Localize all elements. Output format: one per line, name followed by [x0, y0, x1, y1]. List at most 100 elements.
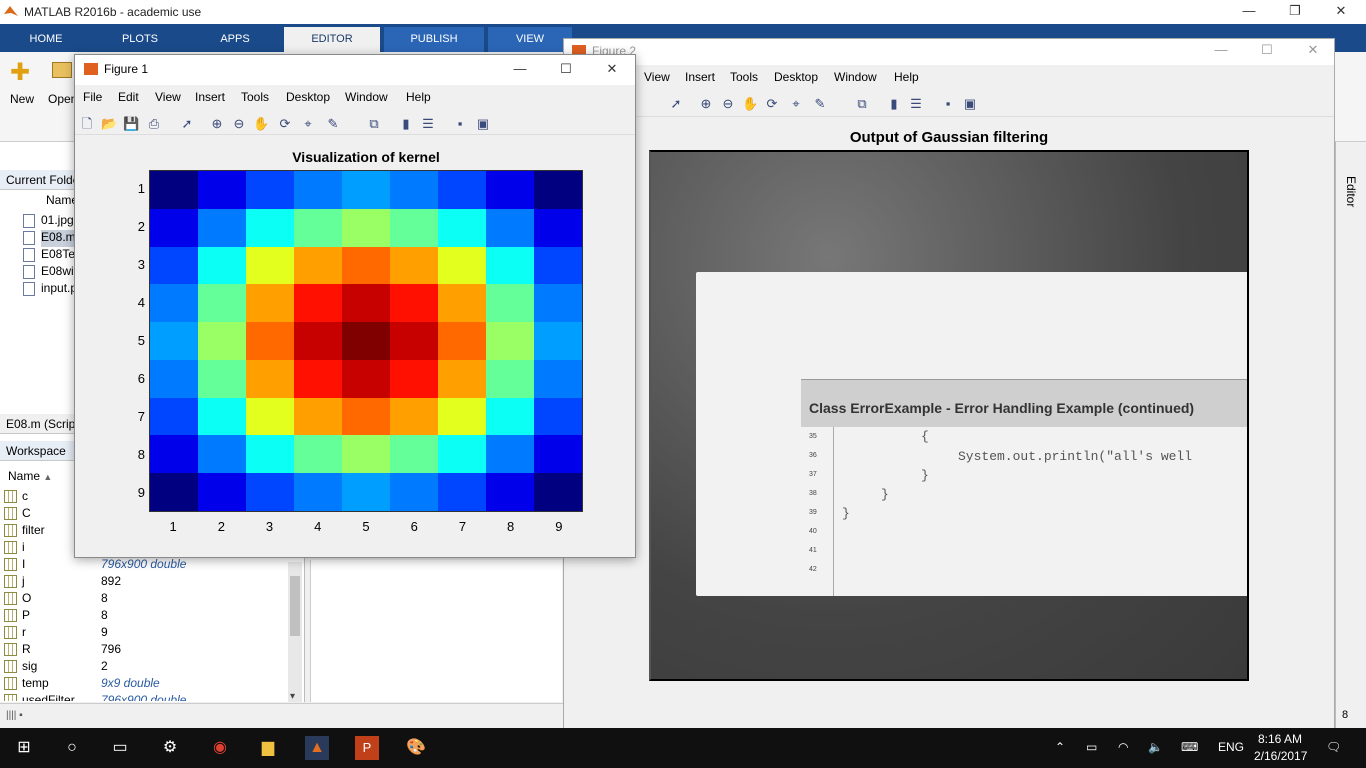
- search-icon[interactable]: ○: [60, 736, 84, 760]
- link-plot-icon[interactable]: ⧉: [366, 116, 382, 132]
- workspace-row[interactable]: usedFilter 796x900 double: [0, 692, 290, 701]
- maximize-icon[interactable]: ☐: [543, 58, 589, 82]
- new-figure-icon[interactable]: 🗋: [79, 116, 95, 132]
- clock-date[interactable]: 2/16/2017: [1254, 749, 1307, 763]
- show-plot-tools-icon[interactable]: ▣: [475, 116, 491, 132]
- scrollbar-thumb[interactable]: [290, 576, 300, 636]
- workspace-scrollbar[interactable]: ▾: [288, 562, 302, 702]
- tab-publish[interactable]: PUBLISH: [384, 27, 484, 52]
- menu-tools[interactable]: Tools: [241, 90, 269, 104]
- legend-icon[interactable]: ☰: [908, 96, 924, 112]
- open-icon[interactable]: [52, 62, 72, 78]
- tray-up-icon[interactable]: ⌃: [1055, 740, 1065, 754]
- new-icon[interactable]: ✚: [10, 58, 30, 87]
- figure2-window[interactable]: Figure 2 — ☐ ✕ View Insert Tools Desktop…: [563, 38, 1335, 730]
- powerpoint-icon[interactable]: P: [355, 736, 379, 760]
- minimize-icon[interactable]: —: [497, 58, 543, 82]
- zoom-out-icon[interactable]: ⊖: [720, 96, 736, 112]
- colorbar-icon[interactable]: ▮: [398, 116, 414, 132]
- tab-view[interactable]: VIEW: [488, 27, 572, 52]
- minimize-icon[interactable]: —: [1198, 39, 1244, 63]
- open-button-label[interactable]: Open: [48, 92, 77, 106]
- battery-icon[interactable]: ▭: [1086, 740, 1097, 754]
- brush-icon[interactable]: ✎: [325, 116, 341, 132]
- tab-editor[interactable]: EDITOR: [284, 27, 380, 52]
- editor-side-label[interactable]: Editor: [1344, 176, 1358, 207]
- keyboard-icon[interactable]: ⌨: [1181, 740, 1198, 754]
- open-file-icon[interactable]: 📂: [101, 116, 117, 132]
- menu-desktop[interactable]: Desktop: [774, 70, 818, 84]
- menu-edit[interactable]: Edit: [118, 90, 139, 104]
- maximize-icon[interactable]: ☐: [1244, 39, 1290, 63]
- dialog-header: Class ErrorExample - Error Handling Exam…: [801, 379, 1247, 427]
- workspace-row[interactable]: O8: [0, 590, 290, 607]
- pan-icon[interactable]: ✋: [253, 116, 269, 132]
- command-window-panel[interactable]: [310, 560, 562, 702]
- steam-icon[interactable]: ⚙: [158, 736, 182, 760]
- print-icon[interactable]: ⎙: [146, 116, 162, 132]
- colorbar-icon[interactable]: ▮: [886, 96, 902, 112]
- start-icon[interactable]: ⊞: [12, 736, 36, 760]
- tab-home[interactable]: HOME: [4, 27, 88, 52]
- workspace-row[interactable]: I 796x900 double: [0, 556, 290, 573]
- scroll-down-icon[interactable]: ▾: [290, 691, 295, 702]
- hide-plot-tools-icon[interactable]: ▪: [452, 116, 468, 132]
- workspace-row[interactable]: sig 2: [0, 658, 290, 675]
- menu-insert[interactable]: Insert: [685, 70, 715, 84]
- tab-apps[interactable]: APPS: [190, 27, 280, 52]
- zoom-in-icon[interactable]: ⊕: [698, 96, 714, 112]
- paint-icon[interactable]: 🎨: [404, 736, 428, 760]
- pointer-icon[interactable]: ➚: [668, 96, 684, 112]
- tab-plots[interactable]: PLOTS: [92, 27, 188, 52]
- pointer-icon[interactable]: ➚: [179, 116, 195, 132]
- hide-plot-tools-icon[interactable]: ▪: [940, 96, 956, 112]
- menu-help[interactable]: Help: [406, 90, 431, 104]
- data-cursor-icon[interactable]: ⌖: [300, 116, 316, 132]
- new-button-label[interactable]: New: [10, 92, 34, 106]
- heatmap-cell: [294, 246, 342, 285]
- ws-name-column-header[interactable]: Name ▲: [8, 469, 52, 483]
- workspace-row[interactable]: R 796: [0, 641, 290, 658]
- volume-icon[interactable]: 🔈: [1148, 740, 1163, 754]
- legend-icon[interactable]: ☰: [420, 116, 436, 132]
- workspace-row[interactable]: temp 9x9 double: [0, 675, 290, 692]
- zoom-out-icon[interactable]: ⊖: [231, 116, 247, 132]
- save-icon[interactable]: 💾: [123, 116, 139, 132]
- rotate-icon[interactable]: ⟳: [277, 116, 293, 132]
- minimize-icon[interactable]: —: [1226, 0, 1272, 24]
- menu-insert[interactable]: Insert: [195, 90, 225, 104]
- close-icon[interactable]: ✕: [1290, 39, 1336, 63]
- show-plot-tools-icon[interactable]: ▣: [962, 96, 978, 112]
- menu-window[interactable]: Window: [345, 90, 388, 104]
- menu-file[interactable]: File: [83, 90, 102, 104]
- explorer-icon[interactable]: ▆: [256, 736, 280, 760]
- data-cursor-icon[interactable]: ⌖: [788, 96, 804, 112]
- notifications-icon[interactable]: 🗨: [1326, 740, 1341, 754]
- file-item[interactable]: 01.jpg: [23, 213, 74, 230]
- wifi-icon[interactable]: ◠: [1118, 740, 1128, 754]
- task-view-icon[interactable]: ▭: [108, 736, 132, 760]
- y-tick-label: 9: [137, 485, 145, 500]
- brush-icon[interactable]: ✎: [812, 96, 828, 112]
- restore-icon[interactable]: ❐: [1272, 0, 1318, 24]
- rotate-icon[interactable]: ⟳: [764, 96, 780, 112]
- workspace-row[interactable]: r9: [0, 624, 290, 641]
- chrome-icon[interactable]: ◉: [208, 736, 232, 760]
- workspace-row[interactable]: P8: [0, 607, 290, 624]
- language-indicator[interactable]: ENG: [1218, 740, 1244, 754]
- menu-tools[interactable]: Tools: [730, 70, 758, 84]
- menu-view[interactable]: View: [644, 70, 670, 84]
- workspace-row[interactable]: j 892: [0, 573, 290, 590]
- menu-help[interactable]: Help: [894, 70, 919, 84]
- menu-desktop[interactable]: Desktop: [286, 90, 330, 104]
- menu-window[interactable]: Window: [834, 70, 877, 84]
- pan-icon[interactable]: ✋: [742, 96, 758, 112]
- menu-view[interactable]: View: [155, 90, 181, 104]
- clock-time[interactable]: 8:16 AM: [1258, 732, 1302, 746]
- close-icon[interactable]: ✕: [1318, 0, 1364, 24]
- close-icon[interactable]: ✕: [589, 58, 635, 82]
- zoom-in-icon[interactable]: ⊕: [209, 116, 225, 132]
- link-plot-icon[interactable]: ⧉: [854, 96, 870, 112]
- figure1-window[interactable]: Figure 1 — ☐ ✕ File Edit View Insert Too…: [74, 54, 636, 558]
- matlab-icon[interactable]: ▲: [305, 736, 329, 760]
